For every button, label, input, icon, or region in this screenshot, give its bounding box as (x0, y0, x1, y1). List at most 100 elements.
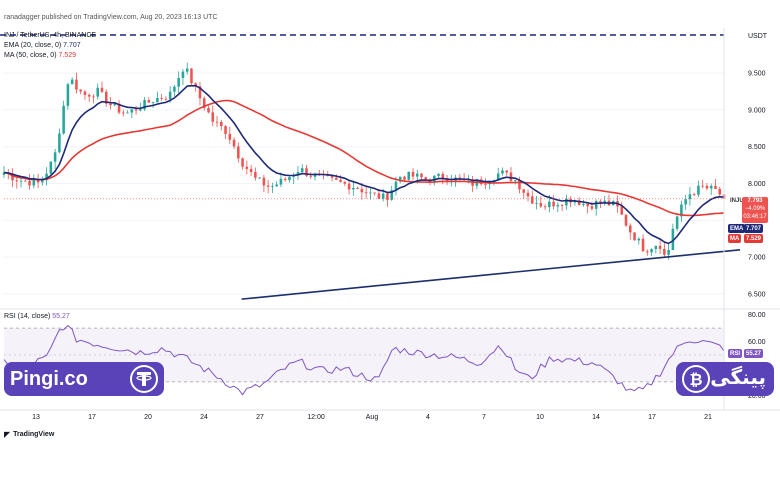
time-tick-label: 24 (200, 414, 208, 421)
price-tick-label: 9.000 (748, 107, 766, 114)
pingi-logo-text: Pingi.co (10, 367, 88, 390)
ma-tag-badge: MA (728, 234, 742, 243)
candle-body (237, 146, 240, 159)
candle-body (684, 199, 687, 205)
candle-body (151, 102, 155, 104)
price-tick-label: 8.500 (748, 144, 766, 151)
candle-body (254, 172, 257, 178)
candle-body (181, 71, 185, 78)
candle-body (548, 201, 551, 208)
ma-legend-label: MA (50, close, 0) (4, 52, 57, 59)
candle-body (356, 187, 359, 189)
time-tick-label: 17 (88, 414, 96, 421)
candle-body (697, 185, 700, 195)
rsi-tag-badge: RSI (728, 349, 743, 358)
candle-body (164, 98, 168, 100)
ma-legend: MA (50, close, 0) 7.529 (4, 52, 76, 59)
candle-body (245, 166, 249, 169)
candle-body (590, 206, 594, 209)
candle-body (156, 97, 159, 103)
candle-body (403, 176, 406, 180)
candle-body (705, 185, 709, 189)
candle-body (424, 177, 428, 180)
candle-body (620, 206, 624, 215)
candle-body (501, 170, 504, 174)
candle-body (718, 188, 722, 195)
price-badge: 7.793 −4.09% 03:46:17 (742, 197, 768, 223)
candle-body (714, 185, 717, 189)
ema-tag-badge: EMA (728, 224, 746, 233)
price-tick-label: 8.000 (748, 181, 766, 188)
time-tick-label: 10 (536, 414, 544, 421)
candle-body (509, 172, 513, 181)
candle-body (24, 180, 27, 182)
candle-body (658, 245, 662, 249)
chart-svg: 9.5009.0008.5008.0007.5007.0006.50080.00… (0, 28, 780, 421)
candle-body (560, 205, 564, 206)
candle-body (513, 179, 517, 181)
pingi-logo: Pingi.co (4, 362, 164, 396)
time-tick-label: 20 (144, 414, 152, 421)
candle-body (667, 250, 670, 255)
bitcoin-icon: ₿ (682, 365, 710, 393)
candle-body (522, 189, 526, 193)
symbol-line: INJ / TetherUS, 4h, BINANCE (4, 32, 97, 39)
candle-body (79, 89, 82, 92)
candle-body (309, 175, 313, 177)
rsi-value-badge: 55.27 (744, 349, 764, 358)
published-text: ranadagger published on TradingView.com,… (4, 14, 218, 21)
candle-body (262, 177, 266, 186)
candle-body (266, 185, 270, 187)
candle-body (526, 192, 530, 197)
candle-body (70, 79, 74, 85)
time-tick-label: 12:00 (307, 414, 325, 421)
candle-body (411, 171, 415, 177)
pingi-fa-logo-text: پینگی (710, 367, 766, 389)
candle-body (531, 196, 534, 204)
ma-value-badge: 7.529 (744, 234, 764, 243)
candle-body (173, 86, 176, 92)
candle-body (215, 121, 219, 123)
candle-body (633, 232, 636, 241)
rsi-legend: RSI (14, close) 55.27 (4, 313, 70, 320)
candle-body (58, 133, 61, 153)
candle-body (15, 180, 19, 182)
candle-body (232, 139, 236, 147)
candle-body (369, 192, 372, 194)
candle-body (126, 112, 129, 114)
candle-body (624, 214, 628, 226)
candle-body (339, 179, 342, 182)
candle-body (53, 152, 57, 162)
price-pane (2, 62, 741, 300)
candle-body (28, 180, 31, 186)
candle-body (220, 121, 223, 127)
candle-body (87, 94, 91, 97)
candle-body (629, 225, 632, 233)
candle-body (594, 201, 598, 209)
candle-body (381, 193, 385, 199)
candle-body (92, 96, 95, 98)
candle-body (420, 173, 423, 178)
candle-body (19, 180, 23, 182)
candle-body (582, 203, 585, 205)
rsi-legend-value: 55.27 (52, 313, 70, 320)
currency-label: USDT (748, 33, 768, 40)
candle-body (364, 192, 368, 194)
price-tick-label: 9.500 (748, 71, 766, 78)
candle-body (646, 251, 649, 253)
candle-body (185, 68, 189, 72)
candle-body (663, 248, 666, 255)
candle-body (360, 188, 364, 193)
candle-body (539, 203, 543, 207)
candle-body (275, 184, 278, 187)
candle-body (100, 87, 104, 92)
ema-value-badge: 7.707 (744, 224, 764, 233)
candle-body (552, 201, 555, 207)
price-badge-change: −4.09% (744, 206, 766, 212)
rsi-tick-label: 80.00 (748, 312, 766, 319)
tradingview-label: TradingView (13, 431, 55, 438)
candle-body (75, 79, 78, 90)
candle-body (66, 84, 70, 106)
candle-body (505, 170, 508, 173)
svg-text:₿: ₿ (689, 371, 702, 389)
